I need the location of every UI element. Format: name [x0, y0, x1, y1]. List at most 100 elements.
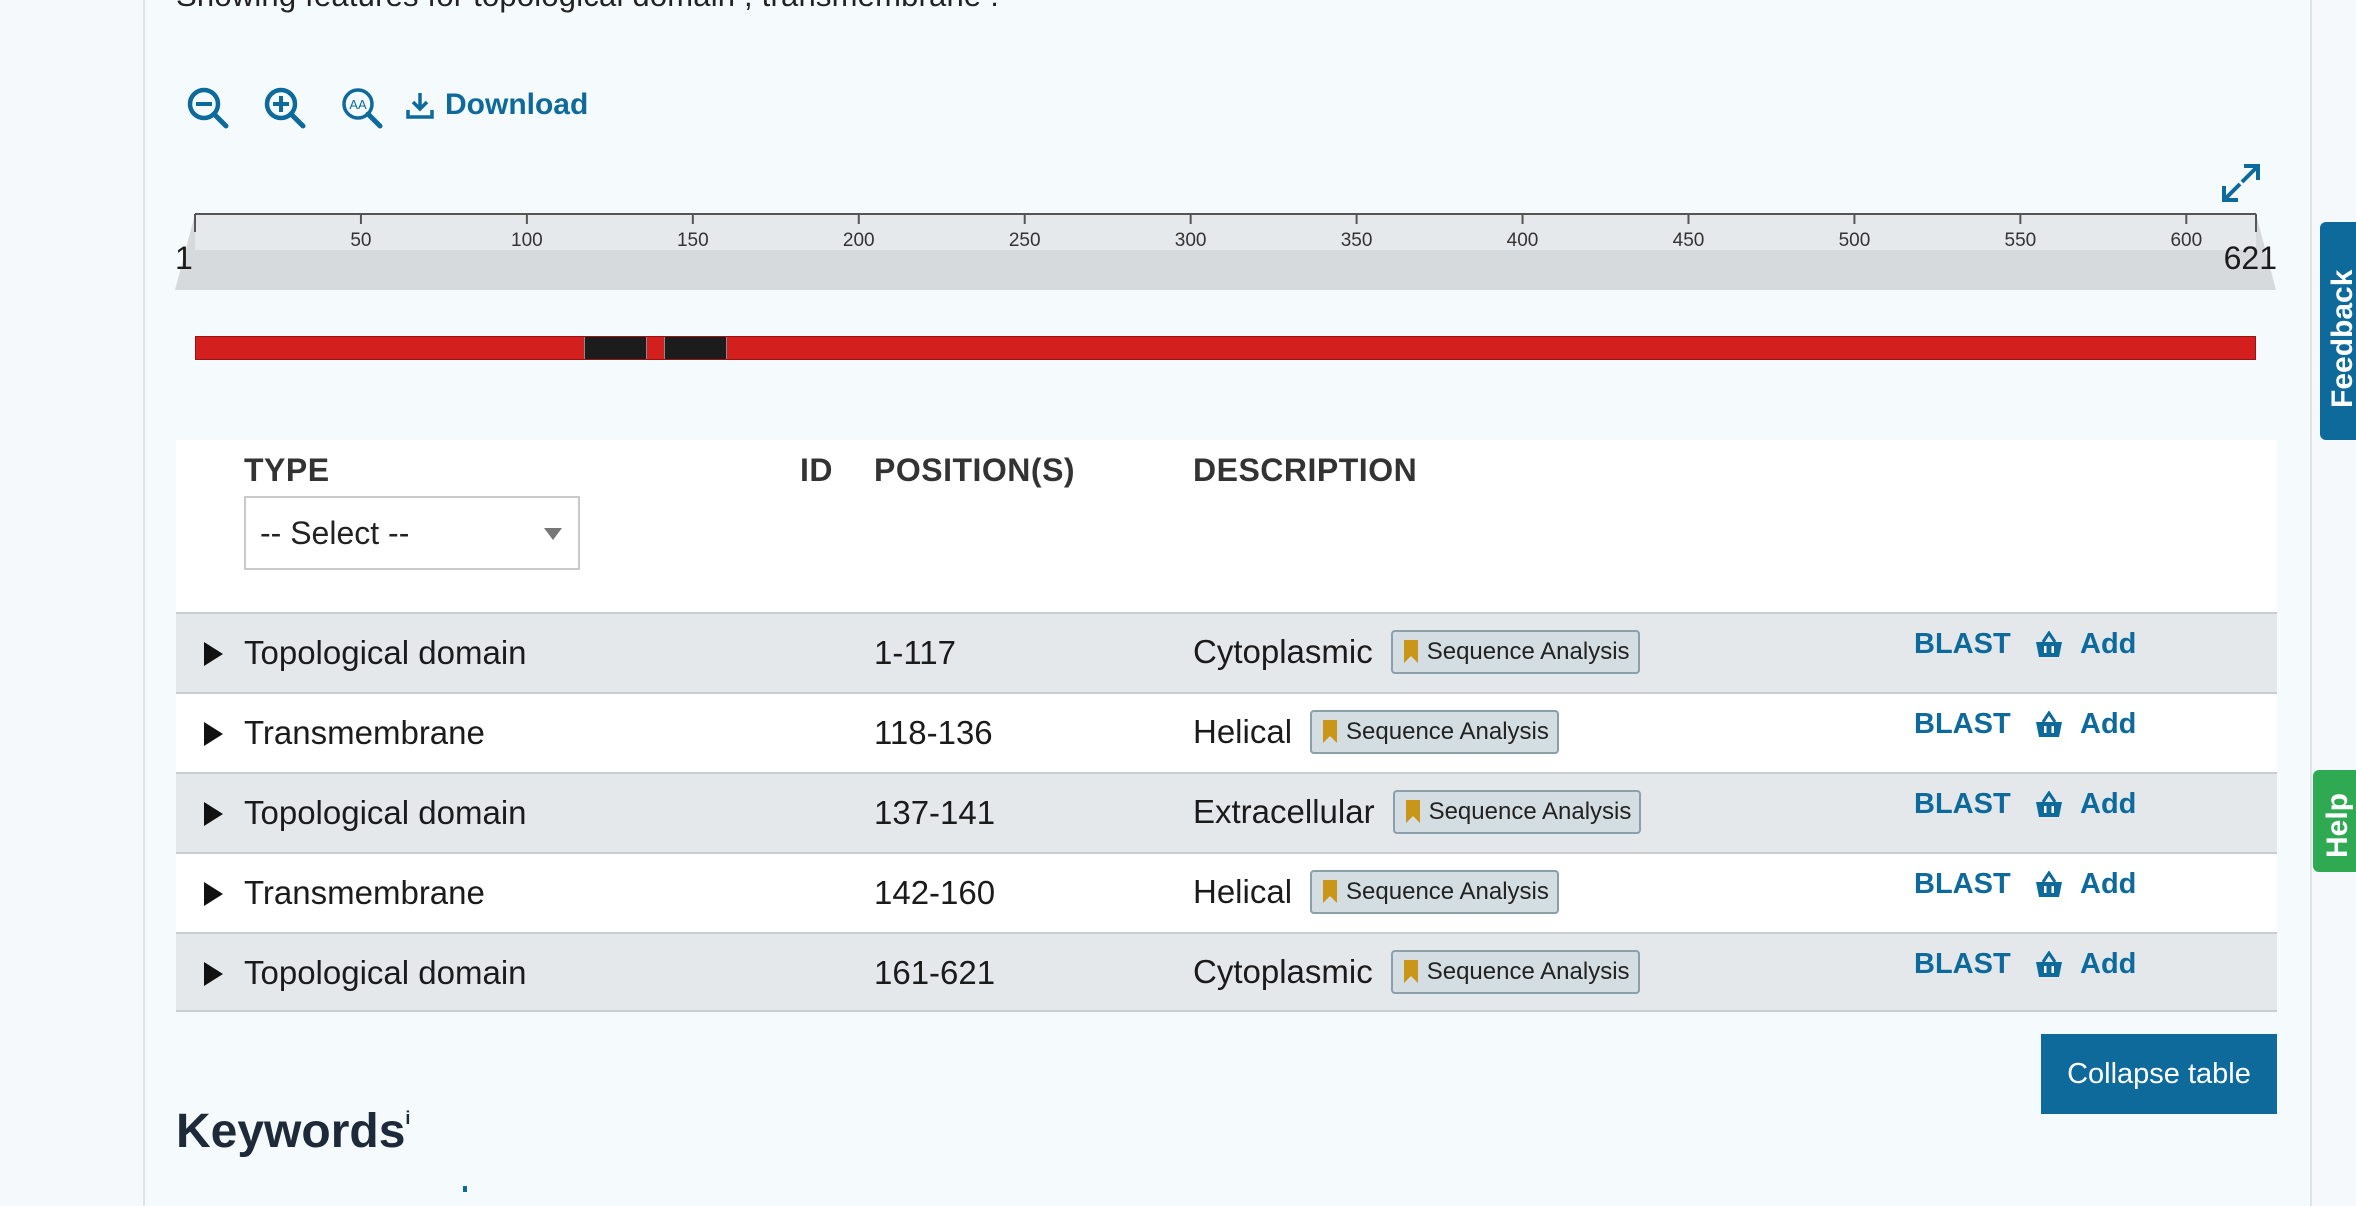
- blast-link[interactable]: BLAST: [1914, 868, 2011, 901]
- header-description: DESCRIPTION: [1193, 452, 1418, 488]
- feedback-tab-label: Feedback: [2326, 269, 2356, 408]
- add-to-basket-link[interactable]: Add: [2034, 628, 2136, 661]
- keywords-title: Keywords: [176, 1105, 406, 1158]
- row-positions: 161-621: [874, 954, 996, 991]
- row-description: Cytoplasmic: [1193, 953, 1373, 990]
- row-description: Helical: [1193, 713, 1293, 750]
- row-description: Cytoplasmic: [1193, 633, 1373, 670]
- row-description: Helical: [1193, 873, 1293, 910]
- ruler-tick-label: 400: [1507, 230, 1539, 251]
- add-to-basket-link[interactable]: Add: [2034, 708, 2136, 741]
- svg-text:AA: AA: [349, 97, 367, 112]
- header-id: ID: [800, 452, 833, 488]
- basket-icon: [2036, 790, 2062, 817]
- add-to-basket-link[interactable]: Add: [2034, 868, 2136, 901]
- row-description-cell: Cytoplasmic Sequence Analysis: [1193, 630, 1640, 674]
- blast-link[interactable]: BLAST: [1914, 708, 2011, 741]
- zoom-out-icon[interactable]: [184, 84, 234, 134]
- evidence-bookmark-icon: [1403, 640, 1418, 663]
- add-label: Add: [2080, 628, 2137, 660]
- ruler-tick-label: 550: [2005, 230, 2037, 251]
- transmembrane-segment[interactable]: [663, 337, 727, 359]
- basket-icon: [2036, 710, 2062, 737]
- expand-caret-icon[interactable]: [204, 802, 223, 826]
- ruler-axis: 50 100 150 200 250 300 350 400 450 500 550 600: [175, 213, 2276, 290]
- row-positions: 137-141: [874, 794, 996, 831]
- add-label: Add: [2080, 868, 2137, 900]
- keywords-link-edge: [463, 1186, 467, 1192]
- expand-caret-icon[interactable]: [204, 642, 223, 666]
- help-tab-label: Help: [2321, 792, 2354, 858]
- ruler-tick-label: 250: [1009, 230, 1041, 251]
- evidence-tag[interactable]: Sequence Analysis: [1390, 630, 1640, 674]
- transmembrane-segment[interactable]: [584, 337, 648, 359]
- features-intro-text: Showing features for topological domain …: [176, 0, 999, 14]
- ruler-tick-label: 450: [1673, 230, 1705, 251]
- ruler-tick-label: 600: [2170, 230, 2202, 251]
- row-description-cell: Helical Sequence Analysis: [1193, 710, 1559, 754]
- table-row: Transmembrane 142-160 Helical Sequence Anal…: [176, 852, 2277, 932]
- expand-caret-icon[interactable]: [204, 882, 223, 906]
- info-icon[interactable]: i: [405, 1108, 410, 1128]
- evidence-bookmark-icon: [1323, 720, 1338, 743]
- help-tab[interactable]: Help: [2313, 770, 2356, 872]
- ruler-tick-label: 500: [1839, 230, 1871, 251]
- ruler-tick-label: 150: [677, 230, 709, 251]
- zoom-in-icon[interactable]: [261, 84, 311, 134]
- collapse-table-button[interactable]: Collapse table: [2041, 1034, 2277, 1114]
- evidence-label: Sequence Analysis: [1346, 878, 1549, 905]
- evidence-tag[interactable]: Sequence Analysis: [1392, 790, 1642, 834]
- zoom-reset-icon[interactable]: AA: [338, 84, 388, 134]
- add-label: Add: [2080, 948, 2137, 980]
- ruler-scale-band: [195, 214, 2256, 250]
- blast-link[interactable]: BLAST: [1914, 948, 2011, 981]
- evidence-bookmark-icon: [1405, 800, 1420, 823]
- evidence-tag[interactable]: Sequence Analysis: [1390, 950, 1640, 994]
- row-positions: 142-160: [874, 874, 996, 911]
- table-header: TYPE ID POSITION(S) DESCRIPTION -- Selec…: [176, 440, 2277, 612]
- evidence-tag[interactable]: Sequence Analysis: [1310, 870, 1559, 914]
- ruler-tick-label: 50: [350, 230, 371, 251]
- add-to-basket-link[interactable]: Add: [2034, 788, 2136, 821]
- evidence-bookmark-icon: [1323, 880, 1338, 903]
- features-table: TYPE ID POSITION(S) DESCRIPTION -- Selec…: [176, 440, 2277, 1012]
- type-filter-value: -- Select --: [260, 514, 410, 551]
- ruler-start-label: 1: [175, 240, 193, 276]
- blast-link[interactable]: BLAST: [1914, 788, 2011, 821]
- table-body: Topological domain 1-117 Cytoplasmic Sequen…: [176, 612, 2277, 1012]
- row-description: Extracellular: [1193, 793, 1375, 830]
- chevron-down-icon: [544, 528, 562, 540]
- fullscreen-icon[interactable]: [2218, 160, 2264, 206]
- evidence-bookmark-icon: [1403, 960, 1418, 983]
- row-positions: 1-117: [874, 634, 956, 671]
- blast-link[interactable]: BLAST: [1914, 628, 2011, 661]
- evidence-label: Sequence Analysis: [1346, 718, 1549, 745]
- expand-caret-icon[interactable]: [204, 962, 223, 986]
- type-filter-select[interactable]: -- Select --: [244, 496, 580, 570]
- add-to-basket-link[interactable]: Add: [2034, 948, 2136, 981]
- evidence-tag[interactable]: Sequence Analysis: [1310, 710, 1559, 754]
- table-row: Transmembrane 118-136 Helical Sequence Anal…: [176, 692, 2277, 772]
- expand-caret-icon[interactable]: [204, 722, 223, 746]
- row-description-cell: Helical Sequence Analysis: [1193, 870, 1559, 914]
- evidence-label: Sequence Analysis: [1426, 638, 1630, 665]
- evidence-label: Sequence Analysis: [1426, 958, 1630, 985]
- row-type: Topological domain: [244, 954, 527, 991]
- feature-track[interactable]: [195, 336, 2256, 360]
- download-icon: [406, 93, 434, 119]
- row-type: Transmembrane: [244, 714, 485, 751]
- row-description-cell: Extracellular Sequence Analysis: [1193, 790, 1642, 834]
- table-row: Topological domain 137-141 Extracellular Se…: [176, 772, 2277, 852]
- download-label: Download: [445, 88, 589, 121]
- ruler-end-label: 621: [2223, 240, 2277, 276]
- download-button[interactable]: Download: [405, 84, 588, 126]
- basket-icon: [2036, 870, 2062, 897]
- row-positions: 118-136: [874, 714, 993, 751]
- row-type: Topological domain: [244, 634, 527, 671]
- row-description-cell: Cytoplasmic Sequence Analysis: [1193, 950, 1640, 994]
- feedback-tab[interactable]: Feedback: [2320, 222, 2356, 440]
- keywords-heading: Keywordsi: [176, 1104, 410, 1159]
- ruler-tick-label: 350: [1341, 230, 1373, 251]
- ruler-tick-label: 100: [511, 230, 543, 251]
- position-ruler[interactable]: 50 100 150 200 250 300 350 400 450 500 550 600 1 62…: [175, 210, 2279, 290]
